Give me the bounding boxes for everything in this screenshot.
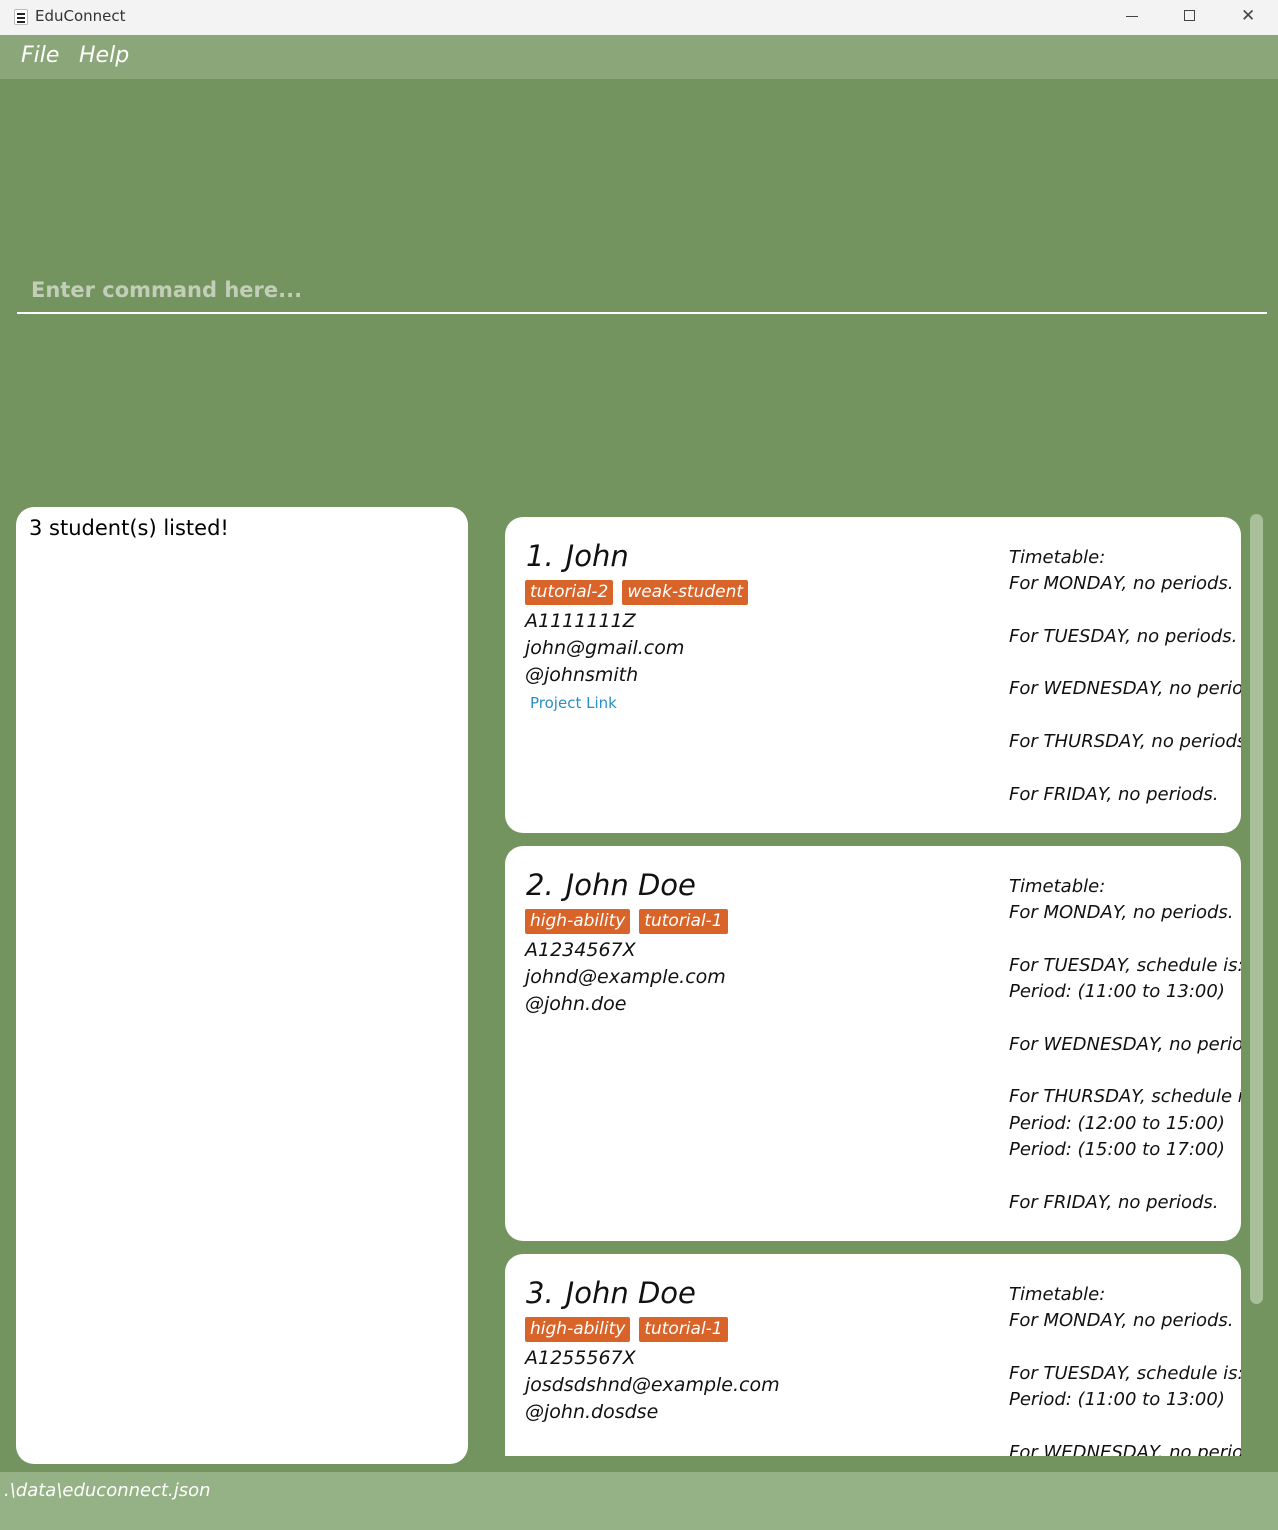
student-name: 2. John Doe — [526, 868, 696, 902]
student-id: A1111111Z — [525, 610, 636, 632]
student-index: 1. — [526, 539, 554, 573]
student-email: josdsdshnd@example.com — [525, 1374, 780, 1396]
timetable: Timetable: For MONDAY, no periods. For T… — [1009, 874, 1241, 1216]
minimize-icon — [1126, 16, 1138, 17]
timetable-line: For THURSDAY, schedule is: — [1009, 1086, 1241, 1108]
student-name: 3. John Doe — [526, 1276, 696, 1310]
timetable-line: For TUESDAY, schedule is: — [1009, 1362, 1241, 1384]
result-display: 3 student(s) listed! — [16, 507, 468, 1464]
student-telegram: @johnsmith — [525, 664, 639, 686]
tag: tutorial-1 — [639, 909, 728, 934]
timetable: Timetable: For MONDAY, no periods. For T… — [1009, 545, 1241, 808]
student-email: johnd@example.com — [525, 966, 726, 988]
student-name-text: John — [565, 539, 629, 573]
student-card[interactable]: 3. John Doe high-ability tutorial-1 A1255… — [505, 1254, 1241, 1456]
student-id: A1255567X — [525, 1347, 636, 1369]
timetable-line: Period: (12:00 to 15:00) — [1009, 1112, 1225, 1134]
timetable-title: Timetable: — [1009, 547, 1106, 568]
student-card[interactable]: 1. John tutorial-2 weak-student A1111111Z… — [505, 517, 1241, 833]
student-index: 3. — [526, 1276, 554, 1310]
timetable-title: Timetable: — [1009, 1284, 1106, 1305]
menu-file[interactable]: File — [21, 43, 59, 68]
student-card[interactable]: 2. John Doe high-ability tutorial-1 A1234… — [505, 846, 1241, 1241]
timetable-line: Period: (11:00 to 13:00) — [1009, 981, 1225, 1003]
tag-list: tutorial-2 weak-student — [525, 580, 749, 605]
scrollbar-thumb[interactable] — [1250, 514, 1263, 1304]
result-message: 3 student(s) listed! — [29, 516, 229, 540]
student-telegram: @john.dosdse — [525, 1401, 659, 1423]
timetable-line: For WEDNESDAY, no periods. — [1009, 1033, 1241, 1055]
menu-bar: File Help — [0, 35, 1278, 79]
tag: weak-student — [622, 580, 749, 605]
timetable-line: For MONDAY, no periods. — [1009, 902, 1234, 924]
project-link[interactable]: Project Link — [530, 694, 617, 712]
tag: high-ability — [525, 1317, 631, 1342]
student-name-text: John Doe — [565, 868, 696, 902]
timetable-line: For MONDAY, no periods. — [1009, 1310, 1234, 1332]
minimize-button[interactable] — [1103, 0, 1161, 35]
timetable-title: Timetable: — [1009, 876, 1106, 897]
maximize-button[interactable] — [1161, 0, 1219, 35]
timetable-line: For FRIDAY, no periods. — [1009, 783, 1219, 805]
timetable-line: For FRIDAY, no periods. — [1009, 1191, 1219, 1213]
close-icon: ✕ — [1241, 6, 1256, 26]
student-list[interactable]: 1. John tutorial-2 weak-student A1111111Z… — [503, 507, 1267, 1456]
menu-help[interactable]: Help — [79, 43, 129, 68]
timetable-line: For TUESDAY, no periods. — [1009, 625, 1238, 647]
timetable-line: Period: (11:00 to 13:00) — [1009, 1389, 1225, 1411]
title-bar: EduConnect ✕ — [0, 0, 1278, 35]
timetable-line: For MONDAY, no periods. — [1009, 573, 1234, 595]
timetable-line: Period: (15:00 to 17:00) — [1009, 1138, 1225, 1160]
tag: tutorial-2 — [525, 580, 614, 605]
window-title: EduConnect — [35, 7, 126, 25]
app-icon — [14, 9, 28, 25]
timetable-line: For THURSDAY, no periods. — [1009, 731, 1241, 753]
tag: high-ability — [525, 909, 631, 934]
tag-list: high-ability tutorial-1 — [525, 1317, 728, 1342]
timetable: Timetable: For MONDAY, no periods. For T… — [1009, 1282, 1241, 1456]
close-button[interactable]: ✕ — [1219, 0, 1277, 35]
student-name: 1. John — [526, 539, 629, 573]
tag: tutorial-1 — [639, 1317, 728, 1342]
student-name-text: John Doe — [565, 1276, 696, 1310]
student-email: john@gmail.com — [525, 637, 685, 659]
command-input[interactable] — [17, 268, 1267, 314]
student-id: A1234567X — [525, 939, 636, 961]
timetable-line: For WEDNESDAY, no periods. — [1009, 678, 1241, 700]
tag-list: high-ability tutorial-1 — [525, 909, 728, 934]
save-file-path: .\data\educonnect.json — [4, 1480, 211, 1501]
student-index: 2. — [526, 868, 554, 902]
student-telegram: @john.doe — [525, 993, 627, 1015]
maximize-icon — [1184, 10, 1195, 21]
timetable-line: For TUESDAY, schedule is: — [1009, 954, 1241, 976]
timetable-line: For WEDNESDAY, no periods. — [1009, 1441, 1241, 1456]
status-bar: .\data\educonnect.json — [0, 1472, 1278, 1530]
